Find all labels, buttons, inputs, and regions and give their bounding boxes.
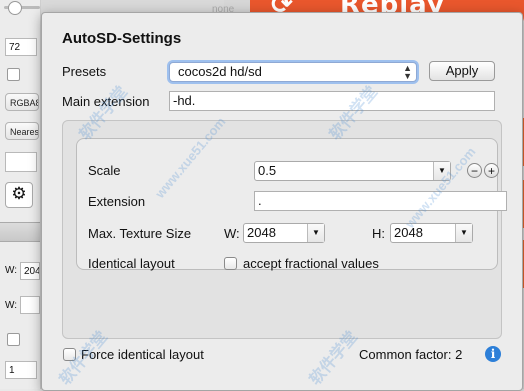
chevron-down-icon[interactable]: ▼ bbox=[433, 162, 450, 180]
width-label: W: bbox=[224, 226, 240, 241]
slider-knob[interactable] bbox=[8, 1, 22, 15]
plus-button[interactable]: + bbox=[484, 163, 499, 178]
force-identical-layout-label: Force identical layout bbox=[81, 347, 204, 362]
dpi-field[interactable]: 72 bbox=[5, 38, 37, 56]
sidebar-checkbox-2[interactable] bbox=[7, 333, 20, 346]
presets-select[interactable]: cocos2d hd/sd ▲ ▼ bbox=[169, 62, 417, 82]
extension-field[interactable]: . bbox=[254, 191, 507, 211]
force-identical-layout-checkbox[interactable] bbox=[63, 348, 76, 361]
identical-layout-label: Identical layout bbox=[88, 256, 175, 271]
max-height-value: 2048 bbox=[394, 225, 423, 240]
sidebar-field[interactable] bbox=[5, 152, 37, 172]
accept-fractional-label: accept fractional values bbox=[243, 256, 379, 271]
scale-combo[interactable]: 0.5 ▼ bbox=[254, 161, 451, 181]
accept-fractional-checkbox[interactable] bbox=[224, 257, 237, 270]
width-label-2: W: bbox=[5, 300, 18, 311]
chevron-down-icon[interactable]: ▼ bbox=[307, 224, 324, 242]
max-width-value: 2048 bbox=[247, 225, 276, 240]
scale-value: 0.5 bbox=[258, 163, 277, 178]
apply-button[interactable]: Apply bbox=[429, 61, 495, 81]
dialog-title: AutoSD-Settings bbox=[62, 30, 182, 47]
max-height-combo[interactable]: 2048 ▼ bbox=[390, 223, 473, 243]
max-width-combo[interactable]: 2048 ▼ bbox=[243, 223, 325, 243]
width-label: W: bbox=[5, 265, 18, 276]
chevron-down-icon[interactable]: ▼ bbox=[455, 224, 472, 242]
extension-label: Extension bbox=[88, 194, 146, 209]
variant-settings-box: Scale 0.5 ▼ − + Extension . Max. Texture… bbox=[76, 138, 507, 271]
filter-button[interactable]: Nearest bbox=[5, 122, 39, 140]
presets-value: cocos2d hd/sd bbox=[178, 64, 262, 79]
up-down-arrows-icon: ▲ ▼ bbox=[403, 63, 412, 81]
pixel-format-button[interactable]: RGBA8888 bbox=[5, 93, 39, 111]
section-header-bar bbox=[0, 222, 40, 242]
main-extension-field[interactable]: -hd. bbox=[169, 91, 495, 111]
zoom-slider[interactable] bbox=[4, 1, 40, 15]
minus-button[interactable]: − bbox=[467, 163, 482, 178]
scale-label: Scale bbox=[88, 163, 121, 178]
max-texture-size-label: Max. Texture Size bbox=[88, 226, 192, 241]
presets-label: Presets bbox=[62, 64, 107, 79]
height-label: H: bbox=[372, 226, 385, 241]
sidebar-checkbox[interactable] bbox=[7, 68, 20, 81]
info-icon[interactable]: i bbox=[485, 346, 501, 362]
common-factor-text: Common factor: 2 bbox=[359, 347, 463, 362]
gear-icon[interactable]: ⚙ bbox=[5, 182, 33, 208]
width-field-2[interactable] bbox=[20, 296, 40, 314]
count-field[interactable]: 1 bbox=[5, 361, 37, 379]
width-field[interactable]: 2048 bbox=[20, 262, 40, 280]
settings-sidebar: 72 RGBA8888 Nearest ⚙ W: 2048 W: 1 bbox=[0, 0, 41, 389]
autosd-settings-sheet: AutoSD-Settings Presets cocos2d hd/sd ▲ ▼… bbox=[41, 12, 523, 391]
main-extension-label: Main extension bbox=[62, 94, 150, 109]
